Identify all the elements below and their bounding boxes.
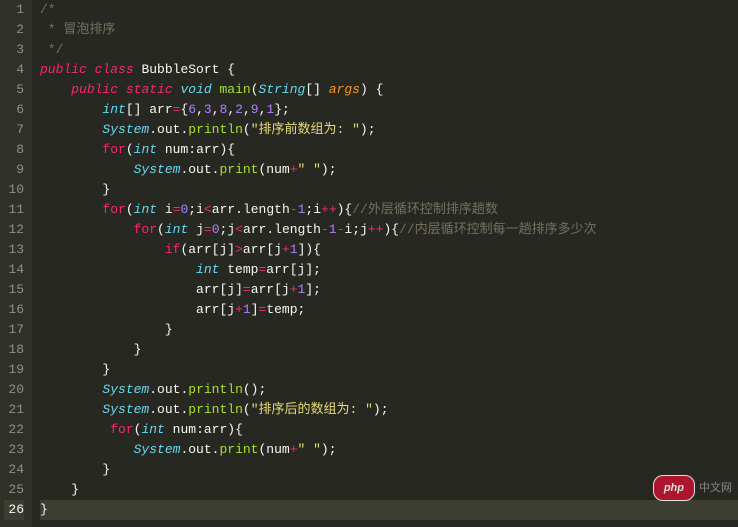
- code-editor[interactable]: 1 2 3 4 5 6 7 8 9 10 11 12 13 14 15 16 1…: [0, 0, 738, 527]
- line-number: 6: [4, 100, 24, 120]
- watermark-logo: php 中文网: [653, 475, 732, 501]
- code-line[interactable]: for(int j=0;j<arr.length-1-i;j++){//内层循环…: [40, 220, 738, 240]
- code-line[interactable]: */: [40, 40, 738, 60]
- line-number: 8: [4, 140, 24, 160]
- line-number: 12: [4, 220, 24, 240]
- code-line[interactable]: }: [40, 460, 738, 480]
- code-line[interactable]: * 冒泡排序: [40, 20, 738, 40]
- code-line[interactable]: }: [40, 320, 738, 340]
- code-line[interactable]: if(arr[j]>arr[j+1]){: [40, 240, 738, 260]
- code-line[interactable]: }: [40, 480, 738, 500]
- line-number-gutter: 1 2 3 4 5 6 7 8 9 10 11 12 13 14 15 16 1…: [0, 0, 32, 527]
- line-number: 11: [4, 200, 24, 220]
- line-number: 26: [4, 500, 24, 520]
- line-number: 9: [4, 160, 24, 180]
- line-number: 13: [4, 240, 24, 260]
- line-number: 1: [4, 0, 24, 20]
- line-number: 22: [4, 420, 24, 440]
- code-line[interactable]: arr[j+1]=temp;: [40, 300, 738, 320]
- code-line[interactable]: }: [40, 180, 738, 200]
- code-line[interactable]: }: [40, 360, 738, 380]
- code-line[interactable]: }: [40, 340, 738, 360]
- line-number: 4: [4, 60, 24, 80]
- code-line[interactable]: arr[j]=arr[j+1];: [40, 280, 738, 300]
- line-number: 23: [4, 440, 24, 460]
- line-number: 7: [4, 120, 24, 140]
- brand-suffix: 中文网: [699, 478, 732, 498]
- code-line[interactable]: for(int num:arr){: [40, 140, 738, 160]
- code-line[interactable]: int[] arr={6,3,8,2,9,1};: [40, 100, 738, 120]
- code-line[interactable]: System.out.print(num+" ");: [40, 160, 738, 180]
- line-number: 15: [4, 280, 24, 300]
- line-number: 25: [4, 480, 24, 500]
- line-number: 21: [4, 400, 24, 420]
- code-line[interactable]: public class BubbleSort {: [40, 60, 738, 80]
- line-number: 3: [4, 40, 24, 60]
- line-number: 24: [4, 460, 24, 480]
- code-line[interactable]: for(int i=0;i<arr.length-1;i++){//外层循环控制…: [40, 200, 738, 220]
- line-number: 14: [4, 260, 24, 280]
- line-number: 19: [4, 360, 24, 380]
- code-line[interactable]: System.out.println("排序前数组为: ");: [40, 120, 738, 140]
- line-number: 2: [4, 20, 24, 40]
- line-number: 5: [4, 80, 24, 100]
- line-number: 10: [4, 180, 24, 200]
- code-line[interactable]: public static void main(String[] args) {: [40, 80, 738, 100]
- line-number: 17: [4, 320, 24, 340]
- code-line[interactable]: System.out.println("排序后的数组为: ");: [40, 400, 738, 420]
- line-number: 20: [4, 380, 24, 400]
- brand-pill-icon: php: [653, 475, 695, 501]
- code-line[interactable]: System.out.println();: [40, 380, 738, 400]
- code-line[interactable]: System.out.print(num+" ");: [40, 440, 738, 460]
- code-area[interactable]: /* * 冒泡排序 */ public class BubbleSort { p…: [32, 0, 738, 527]
- code-line[interactable]: }: [40, 500, 738, 520]
- line-number: 16: [4, 300, 24, 320]
- code-line[interactable]: for(int num:arr){: [40, 420, 738, 440]
- line-number: 18: [4, 340, 24, 360]
- code-line[interactable]: int temp=arr[j];: [40, 260, 738, 280]
- code-line[interactable]: /*: [40, 0, 738, 20]
